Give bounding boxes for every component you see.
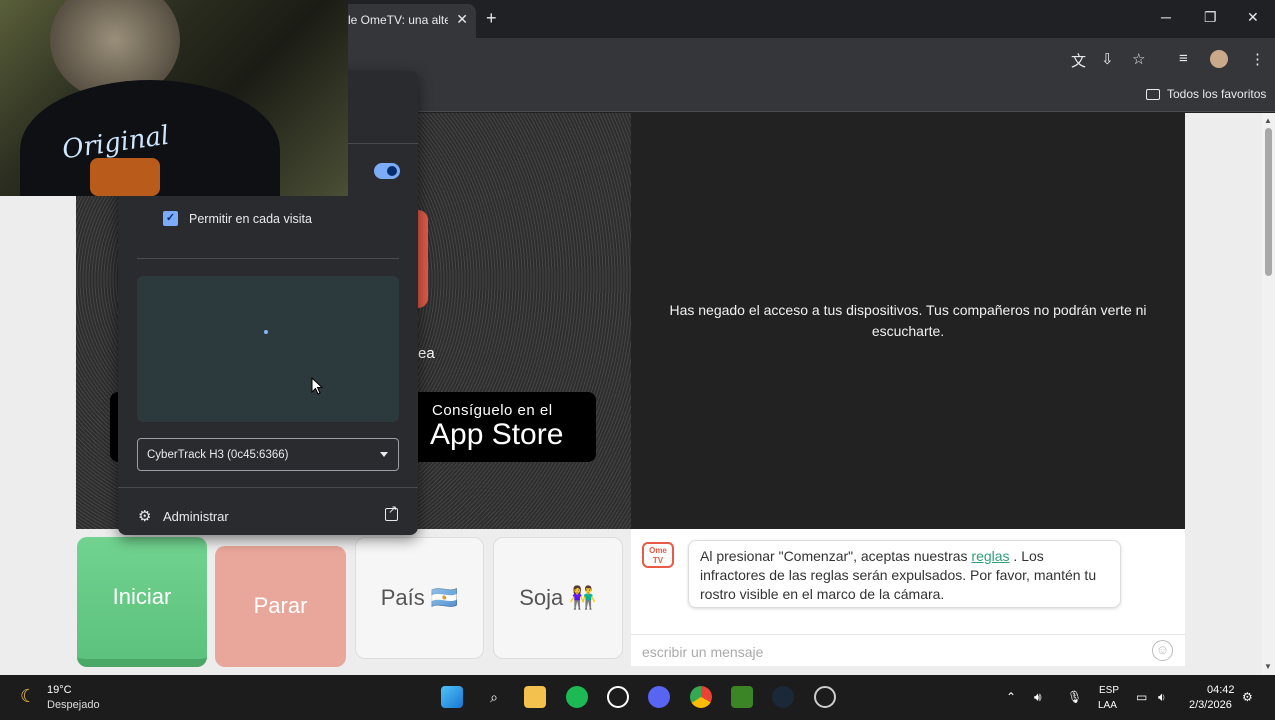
start-button[interactable]: Iniciar	[77, 537, 207, 667]
bookmarks-folder-label: Todos los favoritos	[1167, 87, 1267, 101]
loading-indicator	[264, 330, 268, 334]
external-link-icon[interactable]	[385, 503, 398, 521]
rules-link[interactable]: reglas	[971, 548, 1009, 564]
translate-icon[interactable]: 文	[1071, 50, 1086, 71]
app-store-badge[interactable]: Consíguelo en el App Store	[410, 392, 596, 462]
keyboard-layout[interactable]: LAA	[1098, 700, 1117, 711]
bookmark-star-icon[interactable]: ☆	[1132, 50, 1145, 68]
restore-button[interactable]: ❐	[1204, 9, 1217, 26]
weather-temp[interactable]: 19°C	[47, 684, 72, 696]
device-denied-message: Has negado el acceso a tus dispositivos.…	[669, 302, 1147, 339]
app-store-line1: Consíguelo en el	[432, 402, 553, 419]
folder-icon	[1146, 89, 1160, 100]
gender-filter-button[interactable]: Soja 👫	[493, 537, 623, 659]
logo-line1: Ome	[649, 546, 667, 555]
browser-tab[interactable]: le OmeTV: una alter ✕	[336, 4, 476, 38]
scrollbar-thumb[interactable]	[1265, 128, 1272, 276]
scroll-down-arrow[interactable]: ▼	[1264, 662, 1272, 671]
new-tab-button[interactable]: +	[486, 8, 497, 29]
speaker-icon[interactable]: 🔊︎	[1034, 690, 1042, 705]
stop-button[interactable]: Parar	[215, 546, 346, 667]
webcam-shirt-graphic	[90, 158, 160, 196]
browser-menu-icon[interactable]: ⋮	[1250, 50, 1265, 68]
message-placeholder: escribir un mensaje	[642, 644, 764, 660]
allow-checkbox-label: Permitir en cada visita	[189, 212, 312, 226]
tab-title: le OmeTV: una alter	[348, 13, 448, 27]
spotify-icon[interactable]	[566, 686, 588, 708]
country-filter-button[interactable]: País 🇦🇷	[355, 537, 484, 659]
scroll-up-arrow[interactable]: ▲	[1264, 116, 1272, 125]
weather-desc[interactable]: Despejado	[47, 699, 100, 711]
clock-time[interactable]: 04:42	[1207, 684, 1235, 696]
screen: le OmeTV: una alter ✕ + ─ ❐ ✕ 文 ⇩ ☆ ≡ ⋮ …	[0, 0, 1275, 720]
close-window-button[interactable]: ✕	[1247, 9, 1259, 26]
volume-icon[interactable]: 🔉︎	[1158, 690, 1166, 705]
popup-divider	[118, 487, 418, 488]
install-app-icon[interactable]: ⇩	[1101, 50, 1114, 68]
steam-icon[interactable]	[772, 686, 794, 708]
webcam-overlay: Original	[0, 0, 348, 196]
logo-line2: TV	[652, 556, 664, 565]
ometv-logo: Ome TV	[642, 542, 674, 568]
show-hidden-icons-icon[interactable]: ⌃	[1006, 690, 1016, 704]
promo-text-partial: ea	[418, 345, 435, 362]
mouse-cursor-icon	[311, 377, 323, 395]
msg-before: Al presionar "Comenzar", aceptas nuestra…	[700, 548, 972, 564]
tab-close-icon[interactable]: ✕	[456, 11, 468, 28]
camera-toggle[interactable]	[374, 163, 400, 179]
clock-date[interactable]: 2/3/2026	[1189, 699, 1232, 711]
camera-select-value: CyberTrack H3 (0c45:6366)	[147, 449, 289, 461]
media-control-icon[interactable]: ≡	[1179, 50, 1188, 67]
emoji-icon[interactable]: ☺	[1152, 640, 1173, 661]
manage-link[interactable]: Administrar	[163, 509, 229, 524]
profile-avatar[interactable]	[1210, 50, 1228, 68]
gear-icon: ⚙	[138, 508, 152, 525]
chevron-down-icon	[380, 452, 388, 457]
allow-checkbox[interactable]: ✓	[163, 211, 178, 226]
camera-preview	[137, 276, 399, 422]
popup-divider	[137, 258, 399, 259]
search-icon[interactable]: ⌕	[483, 686, 505, 708]
app-store-line2: App Store	[430, 418, 564, 451]
chrome-icon[interactable]	[690, 686, 712, 708]
message-input[interactable]: escribir un mensaje	[631, 634, 1185, 666]
microphone-icon[interactable]: 🎙︎	[1067, 690, 1082, 704]
network-icon[interactable]: ▭	[1136, 690, 1147, 704]
whatsapp-icon[interactable]	[607, 686, 629, 708]
chat-rules-message: Al presionar "Comenzar", aceptas nuestra…	[688, 540, 1121, 608]
notification-icon[interactable]: ⚙	[1242, 690, 1253, 704]
start-menu-icon[interactable]	[441, 686, 463, 708]
camera-select[interactable]: CyberTrack H3 (0c45:6366)	[137, 438, 399, 471]
minimize-button[interactable]: ─	[1161, 9, 1171, 25]
discord-icon[interactable]	[648, 686, 670, 708]
file-explorer-icon[interactable]	[524, 686, 546, 708]
input-language[interactable]: ESP	[1099, 685, 1119, 696]
obs-icon[interactable]	[814, 686, 836, 708]
bookmarks-all-folder[interactable]: Todos los favoritos	[1146, 87, 1266, 101]
moon-icon[interactable]: ☾	[20, 686, 36, 707]
minecraft-icon[interactable]	[731, 686, 753, 708]
windows-taskbar	[0, 675, 1275, 720]
